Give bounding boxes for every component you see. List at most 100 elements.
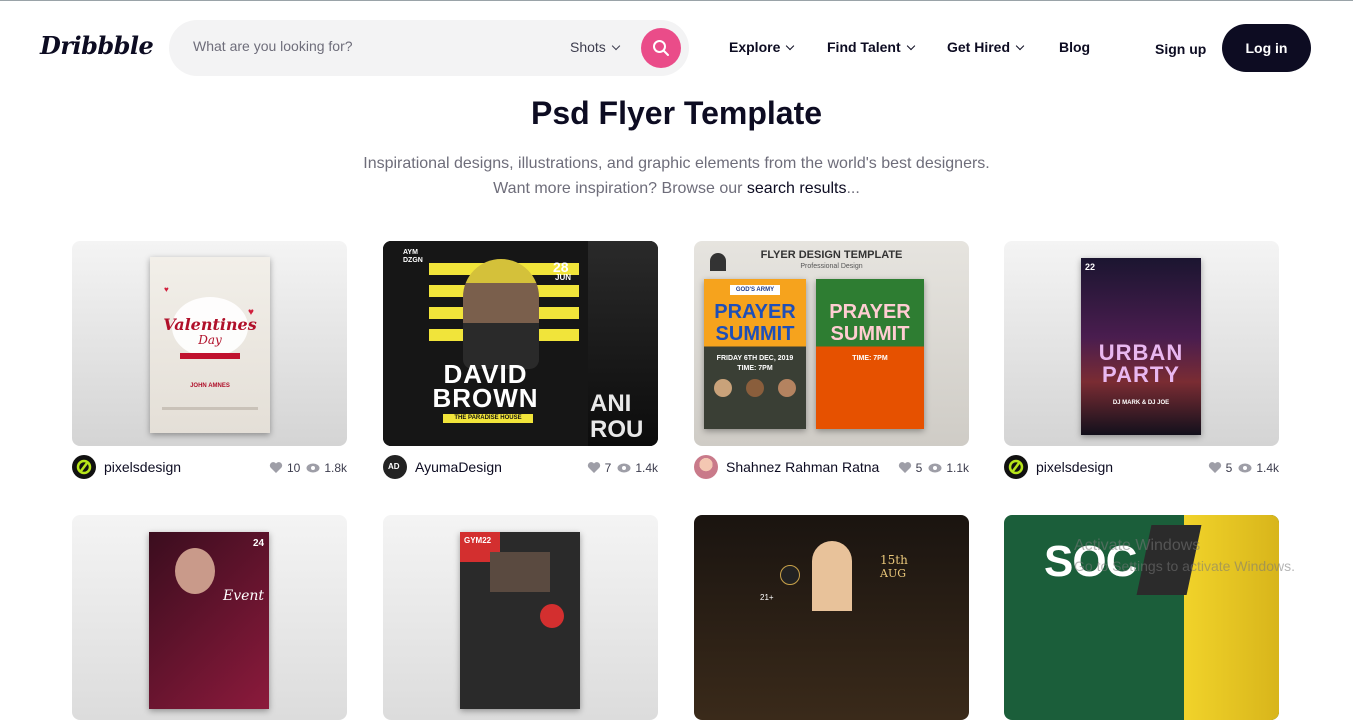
eye-icon: [1238, 463, 1252, 473]
author-name[interactable]: AyumaDesign: [415, 459, 502, 475]
shot-stats: 10 1.8k: [269, 460, 347, 475]
flyer-text: GYM22: [464, 536, 492, 545]
shot-thumbnail[interactable]: Valentines Day JOHN AMNES ♥ ♥: [72, 241, 347, 446]
flyer-image: 22 URBAN PARTY DJ MARK & DJ JOE: [1081, 258, 1201, 435]
nav-find-talent-label: Find Talent: [827, 39, 901, 55]
avatar[interactable]: [72, 455, 96, 479]
search-scope-label: Shots: [570, 39, 606, 55]
flyer-text: Professional Design: [800, 263, 863, 270]
search-icon: [653, 40, 669, 56]
shot-stats: 7 1.4k: [587, 460, 658, 475]
chevron-down-icon: [786, 41, 795, 51]
chevron-down-icon: [906, 41, 915, 51]
page-title: Psd Flyer Template: [530, 95, 823, 131]
heart-icon[interactable]: [269, 461, 283, 474]
flyer-text: FLYER DESIGN TEMPLATE: [760, 249, 903, 261]
chevron-down-icon: [611, 41, 621, 51]
flyer-text: 22: [1085, 262, 1096, 272]
flyer-text: AUG: [880, 567, 907, 580]
browse-prefix: Want more inspiration? Browse our: [493, 180, 747, 197]
shot-thumbnail[interactable]: AYM DZGN 28 JUN DAVID BROWN THE PARADISE…: [383, 241, 658, 446]
speaker-avatar: [746, 379, 764, 397]
flyer-text: JUN: [555, 273, 572, 282]
heart-icon[interactable]: [898, 461, 912, 474]
lamp-decor-icon: [710, 253, 726, 271]
eye-icon: [306, 463, 320, 473]
flyer-image: AYM DZGN 28 JUN DAVID BROWN THE PARADISE…: [383, 241, 588, 446]
avatar[interactable]: [1004, 455, 1028, 479]
like-count: 5: [1225, 460, 1233, 475]
chevron-down-icon: [1015, 41, 1025, 51]
search-results-link[interactable]: search results: [747, 180, 847, 197]
flyer-text: TIME: 7PM: [852, 355, 888, 362]
flyer-text: PARTY: [1102, 362, 1180, 387]
flyer-text: PRAYER: [829, 301, 911, 323]
avatar[interactable]: AD: [383, 455, 407, 479]
flyer-image: PRAYER SUMMIT TIME: 7PM: [816, 279, 924, 429]
heart-decor-icon: ♥: [164, 285, 169, 294]
flyer-text: GOD'S ARMY: [730, 285, 780, 295]
flyer-image: Valentines Day JOHN AMNES ♥ ♥: [150, 257, 270, 433]
flyer-text: ANI ROU: [590, 390, 644, 443]
shot-thumbnail[interactable]: 15th AUG 21+: [694, 515, 969, 720]
flyer-text: PRAYER: [714, 301, 796, 323]
shot-meta: pixelsdesign 10 1.8k: [72, 455, 347, 481]
shot-thumbnail[interactable]: FLYER DESIGN TEMPLATE Professional Desig…: [694, 241, 969, 446]
speaker-avatar: [778, 379, 796, 397]
nav-blog[interactable]: Blog: [1059, 39, 1090, 55]
avatar[interactable]: [694, 455, 718, 479]
like-count: 7: [604, 460, 612, 475]
dribbble-logo[interactable]: Dribbble: [40, 31, 154, 60]
flyer-person: [175, 548, 215, 594]
search-scope-dropdown[interactable]: Shots: [570, 39, 621, 55]
flyer-person: [490, 552, 550, 592]
activate-windows-title: Activate Windows: [1074, 537, 1201, 554]
pixels-logo-icon: [76, 459, 92, 475]
nav-explore-label: Explore: [729, 39, 781, 55]
page-subtitle-browse: Want more inspiration? Browse our search…: [0, 180, 1353, 198]
view-count: 1.1k: [946, 460, 969, 475]
shot-meta: pixelsdesign 5 1.4k: [1004, 455, 1279, 481]
shot-stats: 5 1.1k: [898, 460, 969, 475]
flyer-text: FRIDAY 6TH DEC, 2019: [716, 355, 794, 362]
heart-icon[interactable]: [1208, 461, 1222, 474]
shot-stats: 5 1.4k: [1208, 460, 1279, 475]
heart-icon[interactable]: [587, 461, 601, 474]
flyer-text: SUMMIT: [715, 323, 795, 345]
avatar-initials: AD: [388, 462, 400, 471]
page-subtitle: Inspirational designs, illustrations, an…: [363, 155, 990, 172]
shot-thumbnail[interactable]: 22 URBAN PARTY DJ MARK & DJ JOE: [1004, 241, 1279, 446]
flyer-text: 21+: [760, 593, 774, 602]
like-count: 5: [915, 460, 923, 475]
flyer-text: DJ MARK & DJ JOE: [1112, 400, 1170, 406]
nav-find-talent[interactable]: Find Talent: [827, 39, 915, 55]
nav-explore[interactable]: Explore: [729, 39, 795, 55]
heart-decor-icon: ♥: [248, 307, 254, 318]
flyer-divider: [162, 407, 258, 410]
view-count: 1.8k: [324, 460, 347, 475]
flyer-person: [463, 259, 539, 369]
flyer-image: GYM22: [460, 532, 580, 709]
activate-windows-text: Go to Settings to activate Windows.: [1074, 558, 1295, 574]
signup-link[interactable]: Sign up: [1155, 41, 1206, 57]
flyer-ribbon: [180, 353, 240, 359]
flyer-text: BROWN: [432, 383, 539, 413]
search-bar: Shots: [169, 20, 689, 76]
shot-thumbnail[interactable]: GYM22: [383, 515, 658, 720]
view-count: 1.4k: [635, 460, 658, 475]
like-count: 10: [286, 460, 301, 475]
flyer-text: Event: [223, 588, 265, 604]
author-name[interactable]: pixelsdesign: [104, 459, 181, 475]
search-input[interactable]: [193, 38, 523, 54]
search-button[interactable]: [641, 28, 681, 68]
flyer-person: [812, 541, 852, 611]
login-button[interactable]: Log in: [1222, 24, 1311, 72]
flyer-text: JOHN AMNES: [190, 383, 230, 389]
author-name[interactable]: Shahnez Rahman Ratna: [726, 459, 879, 475]
flyer-text: AYM DZGN: [403, 249, 423, 264]
nav-get-hired[interactable]: Get Hired: [947, 39, 1025, 55]
shot-thumbnail[interactable]: 24 Event: [72, 515, 347, 720]
flyer-text: THE PARADISE HOUSE: [443, 414, 533, 423]
author-name[interactable]: pixelsdesign: [1036, 459, 1113, 475]
browse-suffix: ...: [846, 180, 860, 197]
